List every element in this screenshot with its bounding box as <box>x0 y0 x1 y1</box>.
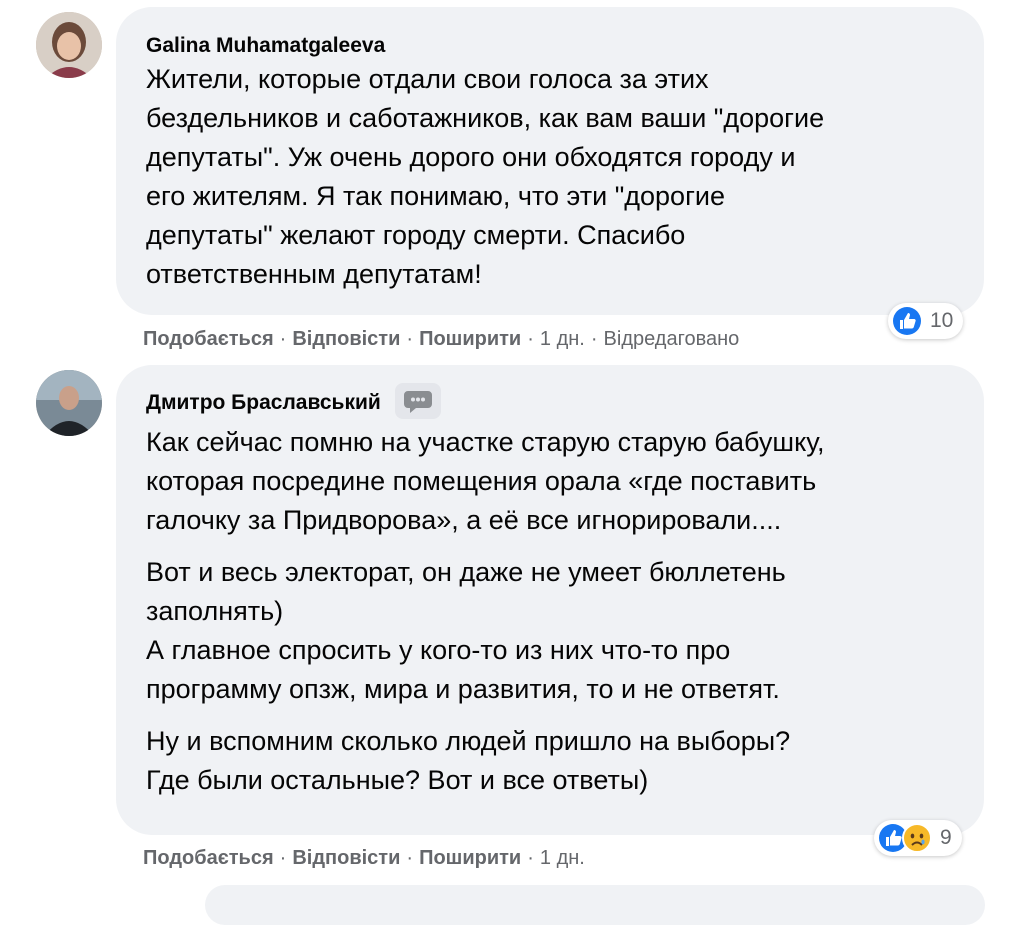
text-line: Ну и вспомним сколько людей пришло на вы… <box>146 726 791 756</box>
reaction-count: 10 <box>930 309 954 332</box>
paragraph: Ну и вспомним сколько людей пришло на вы… <box>146 722 984 800</box>
reply-link[interactable]: Відповісти <box>292 847 400 869</box>
text-line: бездельников и саботажников, как вам ваш… <box>146 103 825 133</box>
text-line: его жителям. Я так понимаю, что эти "дор… <box>146 181 726 211</box>
author-name[interactable]: Galina Muhamatgaleeva <box>146 34 385 58</box>
avatar-photo <box>36 370 102 436</box>
separator: · <box>406 847 414 869</box>
separator: · <box>527 847 534 869</box>
avatar[interactable] <box>36 12 102 78</box>
chat-bubble-icon <box>404 391 433 413</box>
text-line: А главное спросить у кого-то из них что-… <box>146 635 731 665</box>
text-line: Вот и весь электорат, он даже не умеет б… <box>146 557 786 587</box>
text-line: депутаты" желают городу смерти. Спасибо <box>146 220 686 250</box>
paragraph: Как сейчас помню на участке старую стару… <box>146 423 984 540</box>
text-line: Где были остальные? Вот и все ответы) <box>146 765 649 795</box>
separator: · <box>279 847 287 869</box>
separator: · <box>279 328 287 350</box>
text-line: которая посредине помещения орала «где п… <box>146 466 817 496</box>
timestamp[interactable]: 1 дн. <box>540 328 585 350</box>
comment-text: Жители, которые отдали свои голоса за эт… <box>146 60 984 294</box>
reaction-count: 9 <box>940 826 952 849</box>
reaction-summary[interactable]: 9 <box>874 820 962 856</box>
next-comment-bubble <box>205 885 985 925</box>
avatar[interactable] <box>36 370 102 436</box>
text-line: заполнять) <box>146 596 284 626</box>
avatar-photo <box>36 12 102 78</box>
like-icon <box>893 307 921 335</box>
comment-bubble: Дмитро Браславський Как сейчас помню на … <box>116 365 984 835</box>
like-link[interactable]: Подобається <box>143 847 274 869</box>
reaction-summary[interactable]: 10 <box>888 303 964 339</box>
edited-label[interactable]: Відредаговано <box>604 328 740 350</box>
comment-text: Как сейчас помню на участке старую стару… <box>146 423 984 800</box>
text-line: ответственным депутатам! <box>146 259 482 289</box>
separator: · <box>590 328 598 350</box>
share-link[interactable]: Поширити <box>419 328 521 350</box>
comment-actions: Подобається · Відповісти · Поширити · 1 дн. <box>143 846 585 870</box>
top-fan-badge-icon[interactable] <box>395 383 442 419</box>
author-name[interactable]: Дмитро Браславський <box>146 391 381 415</box>
text-line: Жители, которые отдали свои голоса за эт… <box>146 64 709 94</box>
timestamp[interactable]: 1 дн. <box>540 847 585 869</box>
text-line: программу опзж, мира и развития, то и не… <box>146 674 780 704</box>
comment-bubble: Galina Muhamatgaleeva Жители, которые от… <box>116 7 984 315</box>
separator: · <box>406 328 414 350</box>
comment-actions: Подобається · Відповісти · Поширити · 1 дн. · Ві… <box>143 327 739 351</box>
sad-icon <box>902 823 932 853</box>
text-line: депутаты". Уж очень дорого они обходятся… <box>146 142 796 172</box>
share-link[interactable]: Поширити <box>419 847 521 869</box>
like-link[interactable]: Подобається <box>143 328 274 350</box>
paragraph: Вот и весь электорат, он даже не умеет б… <box>146 553 984 709</box>
reply-link[interactable]: Відповісти <box>292 328 400 350</box>
text-line: Как сейчас помню на участке старую стару… <box>146 427 825 457</box>
separator: · <box>527 328 534 350</box>
text-line: галочку за Придворова», а её все игнорир… <box>146 505 782 535</box>
